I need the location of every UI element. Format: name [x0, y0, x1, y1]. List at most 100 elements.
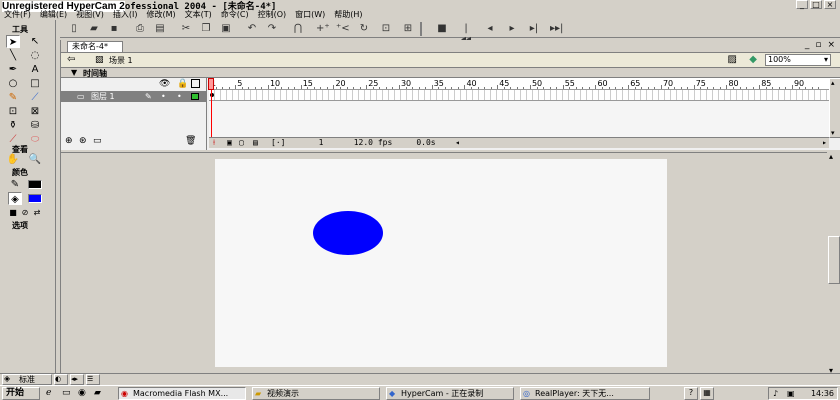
- doc-minimize-icon[interactable]: _: [805, 40, 810, 50]
- brush-tool-icon[interactable]: ⟋: [28, 91, 42, 104]
- magnet-icon[interactable]: ⋂: [292, 23, 304, 34]
- paste-icon[interactable]: ▣: [220, 23, 232, 34]
- layer-row[interactable]: ▭ 图层 1 ✎ • •: [61, 91, 207, 102]
- playhead[interactable]: [208, 78, 214, 90]
- add-guide-icon[interactable]: ⊛: [79, 136, 87, 146]
- task-video[interactable]: ▰ 视频演示: [252, 387, 380, 400]
- panel-menu-icon[interactable]: ☰: [86, 374, 100, 385]
- frame-cells[interactable]: [209, 90, 829, 101]
- quicklaunch-desktop-icon[interactable]: ▭: [62, 388, 71, 398]
- quicklaunch-ie-icon[interactable]: ℯ: [46, 388, 51, 398]
- step-forward-icon[interactable]: ▸|: [528, 23, 540, 34]
- scroll-left-icon[interactable]: ◂: [455, 138, 460, 147]
- straighten-icon[interactable]: ⁺<: [336, 23, 350, 34]
- pencil-tool-icon[interactable]: ✎: [6, 91, 20, 104]
- step-back-icon[interactable]: ◂: [484, 23, 496, 34]
- edit-frames-icon[interactable]: ▤: [253, 138, 258, 147]
- frame-ruler[interactable]: 151015202530354045505560657075808590: [209, 78, 829, 90]
- menu-control[interactable]: 控制(O): [258, 10, 287, 20]
- save-icon[interactable]: ▪: [108, 23, 120, 34]
- cut-icon[interactable]: ✂: [180, 23, 192, 34]
- eye-icon[interactable]: 👁: [159, 79, 170, 89]
- quicklaunch-folder-icon[interactable]: ▰: [94, 388, 101, 398]
- fill-transform-tool-icon[interactable]: ⊠: [28, 105, 42, 118]
- network-icon[interactable]: ▣: [787, 388, 795, 399]
- scale-icon[interactable]: ⊡: [380, 23, 392, 34]
- scroll-right-icon[interactable]: ▸: [822, 138, 827, 147]
- onion-outline-icon[interactable]: ▢: [239, 138, 244, 147]
- rewind-icon[interactable]: |◂◂: [460, 23, 472, 45]
- paint-bucket-tool-icon[interactable]: ⛁: [28, 119, 42, 132]
- collapse-icon[interactable]: ▼: [71, 68, 77, 77]
- edit-symbol-icon[interactable]: ◆: [749, 54, 757, 65]
- maximize-button[interactable]: □: [810, 0, 822, 9]
- stage-scroll-thumb[interactable]: [828, 236, 840, 284]
- timeline-header[interactable]: ▼ 时间轴: [61, 68, 840, 78]
- fill-color-swatch[interactable]: [28, 194, 42, 203]
- menu-view[interactable]: 视图(V): [76, 10, 104, 20]
- menu-modify[interactable]: 修改(M): [146, 10, 175, 20]
- layer-color-swatch[interactable]: [191, 93, 199, 100]
- menu-text[interactable]: 文本(T): [185, 10, 212, 20]
- hand-tool-icon[interactable]: ✋: [6, 153, 20, 166]
- align-icon[interactable]: ⊞: [402, 23, 414, 34]
- swap-colors-icon[interactable]: ⇄: [30, 206, 44, 219]
- stage-vertical-scrollbar[interactable]: ▴ ▾: [827, 152, 840, 375]
- visible-dot[interactable]: •: [161, 91, 166, 102]
- stop-icon[interactable]: ■: [436, 23, 448, 34]
- play-icon[interactable]: ▸: [506, 23, 518, 34]
- panel-arrows-icon[interactable]: ◂▸: [70, 374, 84, 385]
- center-frame-icon[interactable]: ⍿: [213, 138, 215, 148]
- line-tool-icon[interactable]: ╲: [6, 49, 20, 62]
- tray-extra-icon[interactable]: ▦: [700, 387, 714, 400]
- blue-ellipse-shape[interactable]: [313, 211, 383, 255]
- undo-icon[interactable]: ↶: [246, 23, 258, 34]
- arrow-tool-icon[interactable]: ➤: [6, 35, 20, 48]
- rotate-icon[interactable]: ↻: [358, 23, 370, 34]
- doc-restore-icon[interactable]: ▫: [815, 40, 821, 50]
- help-icon[interactable]: ?: [684, 387, 698, 400]
- menu-file[interactable]: 文件(F): [4, 10, 31, 20]
- task-realplayer[interactable]: ◎ RealPlayer: 天下无...: [520, 387, 650, 400]
- menu-help[interactable]: 帮助(H): [334, 10, 362, 20]
- lasso-tool-icon[interactable]: ◌: [28, 49, 42, 62]
- task-hypercam[interactable]: ◆ HyperCam - 正在录制: [386, 387, 514, 400]
- document-tab[interactable]: 未命名-4*: [67, 41, 123, 52]
- trash-icon[interactable]: 🗑: [185, 136, 196, 146]
- smooth-icon[interactable]: +⁺: [316, 23, 330, 34]
- outline-icon[interactable]: [191, 79, 200, 88]
- stroke-color-swatch[interactable]: [28, 180, 42, 189]
- subselect-tool-icon[interactable]: ↖: [28, 35, 42, 48]
- stage-canvas[interactable]: [215, 159, 667, 367]
- print-icon[interactable]: ⎙: [134, 23, 146, 34]
- forward-end-icon[interactable]: ▸▸|: [550, 23, 563, 34]
- new-file-icon[interactable]: ▯: [68, 23, 80, 34]
- edit-scene-icon[interactable]: ▨: [728, 54, 737, 65]
- onion-skin-icon[interactable]: ▣: [227, 138, 232, 147]
- onion-markers-icon[interactable]: [·]: [271, 138, 285, 147]
- text-tool-icon[interactable]: A: [28, 63, 42, 76]
- volume-icon[interactable]: ♪: [773, 388, 778, 399]
- rectangle-tool-icon[interactable]: □: [28, 77, 42, 90]
- back-arrow-icon[interactable]: ⇦: [67, 54, 75, 65]
- timeline-vertical-scrollbar[interactable]: ▴ ▾: [829, 78, 840, 138]
- menu-commands[interactable]: 命令(C): [221, 10, 249, 20]
- stage-scroll-up-icon[interactable]: ▴: [829, 152, 833, 161]
- menu-window[interactable]: 窗口(W): [295, 10, 325, 20]
- panel-toggle-icon[interactable]: ◐: [54, 374, 68, 385]
- menu-insert[interactable]: 插入(I): [113, 10, 138, 20]
- zoom-select[interactable]: 100% ▾: [765, 54, 831, 66]
- menu-edit[interactable]: 编辑(E): [40, 10, 67, 20]
- doc-close-icon[interactable]: ×: [827, 40, 835, 50]
- print-preview-icon[interactable]: ▤: [154, 23, 166, 34]
- minimize-button[interactable]: _: [796, 0, 808, 9]
- add-layer-icon[interactable]: ⊕: [65, 136, 73, 146]
- add-folder-icon[interactable]: ▭: [93, 136, 102, 146]
- open-folder-icon[interactable]: ▰: [88, 23, 100, 34]
- lock-dot[interactable]: •: [177, 91, 182, 102]
- quicklaunch-media-icon[interactable]: ◉: [78, 388, 86, 398]
- redo-icon[interactable]: ↷: [266, 23, 278, 34]
- close-button[interactable]: ×: [824, 0, 836, 9]
- scroll-down-icon[interactable]: ▾: [831, 129, 835, 137]
- lock-icon[interactable]: 🔒: [177, 79, 188, 89]
